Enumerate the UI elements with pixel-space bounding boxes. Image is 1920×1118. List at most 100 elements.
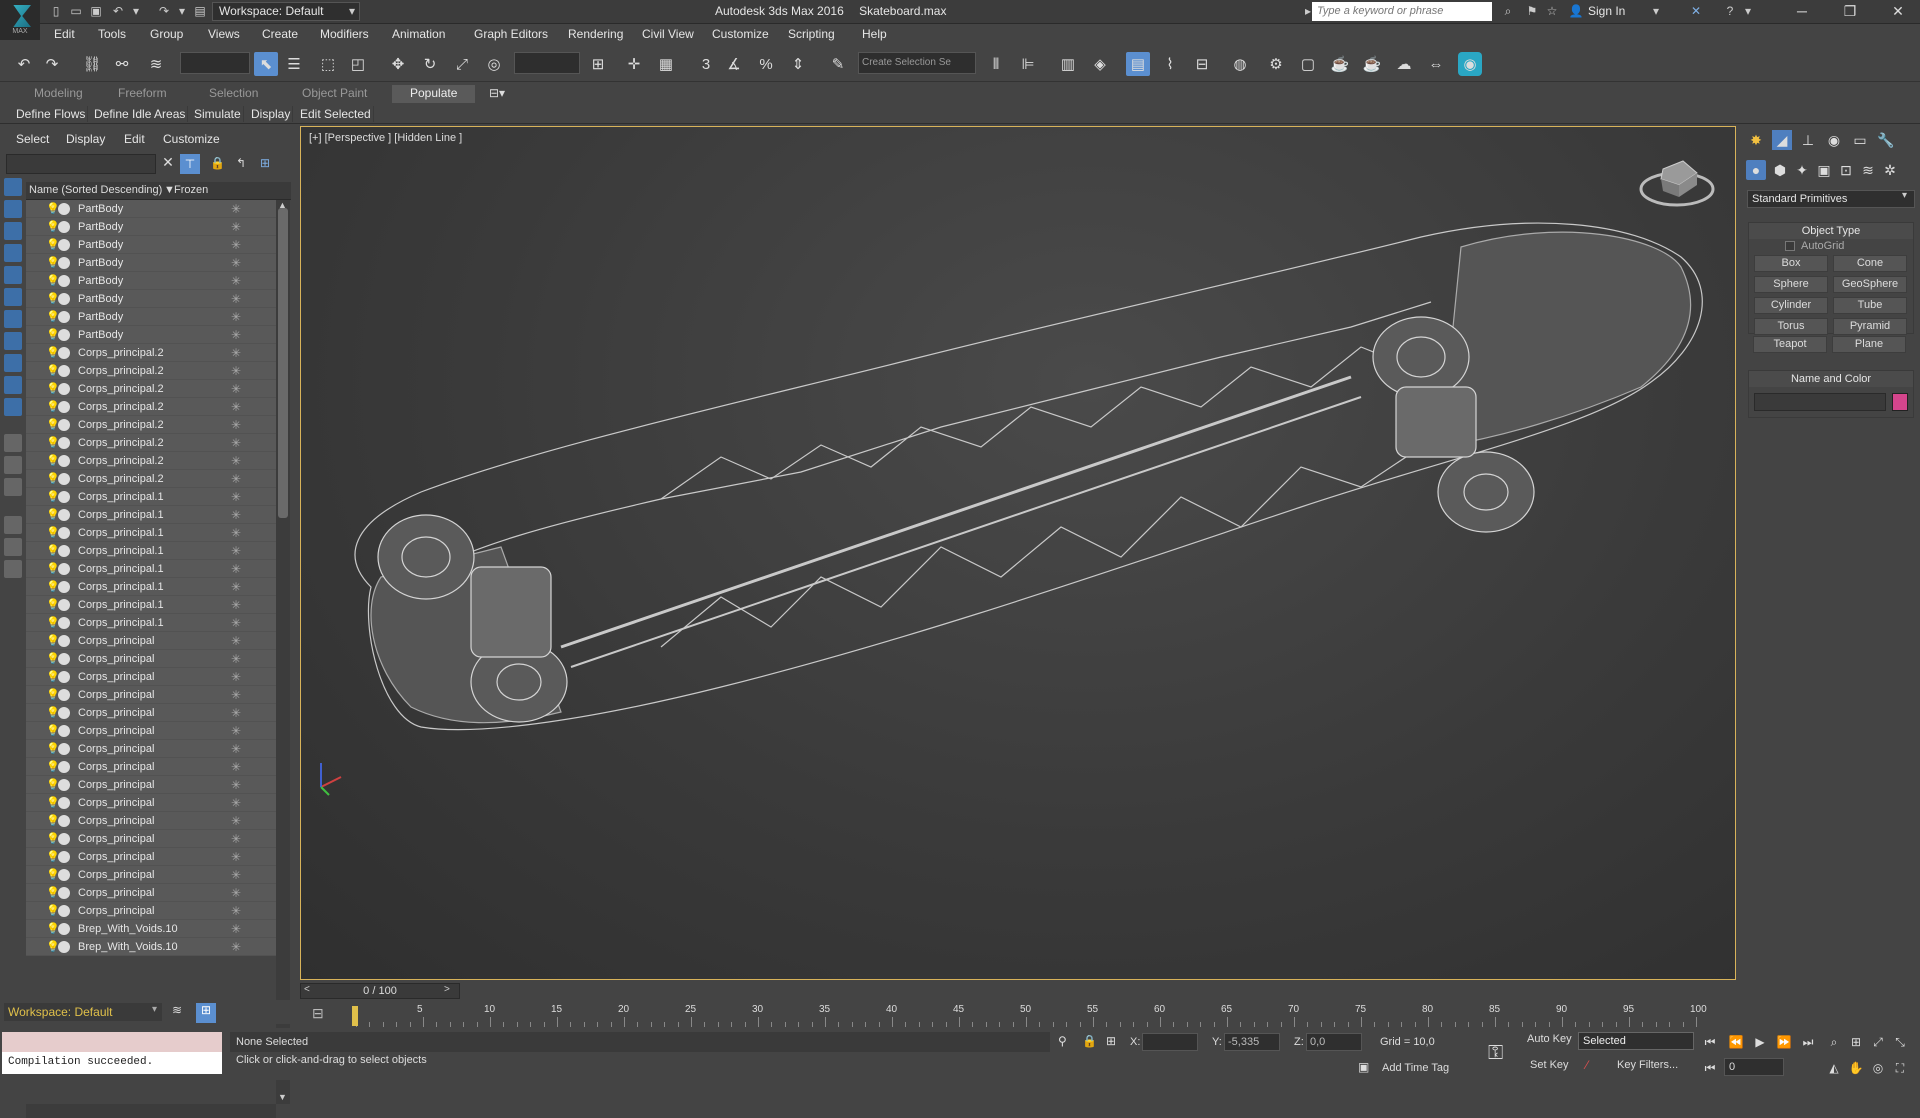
visibility-bulb-icon[interactable]: 💡 — [46, 220, 60, 233]
maxscript-output[interactable]: Compilation succeeded. — [2, 1052, 222, 1074]
helpers-category-icon[interactable]: ⊡ — [1836, 160, 1856, 180]
material-editor-icon[interactable]: ◍ — [1228, 52, 1252, 76]
auto-key-button[interactable]: Auto Key — [1527, 1033, 1572, 1045]
visibility-bulb-icon[interactable]: 💡 — [46, 706, 60, 719]
frozen-toggle-icon[interactable]: ✳ — [206, 904, 266, 918]
column-header-frozen[interactable]: Frozen — [174, 184, 208, 196]
name-and-color-title[interactable]: Name and Color — [1749, 371, 1913, 387]
list-item[interactable]: 💡 Corps_principal.1 ✳ — [26, 560, 276, 578]
scene-explorer-hierarchy-icon[interactable]: ⊞ — [196, 1003, 216, 1023]
visibility-bulb-icon[interactable]: 💡 — [46, 238, 60, 251]
layer-manager-icon[interactable]: ◈ — [1088, 52, 1112, 76]
frozen-toggle-icon[interactable]: ✳ — [206, 436, 266, 450]
render-setup-icon[interactable]: ⚙ — [1264, 52, 1288, 76]
column-header-name[interactable]: Name (Sorted Descending) — [29, 184, 162, 196]
undo-dropdown-icon[interactable]: ▾ — [128, 3, 144, 19]
list-item[interactable]: 💡 Brep_With_Voids.10 ✳ — [26, 938, 276, 956]
z-coordinate-field[interactable]: 0,0 — [1306, 1033, 1362, 1051]
menu-graph-editors[interactable]: Graph Editors — [474, 27, 548, 41]
new-file-icon[interactable]: ▯ — [48, 3, 64, 19]
menu-rendering[interactable]: Rendering — [568, 27, 623, 41]
menu-customize[interactable]: Customize — [712, 27, 769, 41]
frozen-toggle-icon[interactable]: ✳ — [206, 544, 266, 558]
frozen-toggle-icon[interactable]: ✳ — [206, 706, 266, 720]
visibility-bulb-icon[interactable]: 💡 — [46, 688, 60, 701]
scale-icon[interactable]: ⤢ — [450, 52, 474, 76]
visibility-bulb-icon[interactable]: 💡 — [46, 778, 60, 791]
percent-snap-icon[interactable]: % — [754, 52, 778, 76]
sphere-button[interactable]: Sphere — [1754, 276, 1828, 293]
visibility-bulb-icon[interactable]: 💡 — [46, 724, 60, 737]
display-cameras-icon[interactable] — [4, 266, 22, 284]
scroll-down-icon[interactable]: ▼ — [278, 1092, 287, 1102]
window-crossing-icon[interactable]: ◰ — [346, 52, 370, 76]
named-selection-set-dropdown[interactable]: Create Selection Se — [858, 52, 976, 74]
torus-button[interactable]: Torus — [1754, 318, 1828, 335]
visibility-bulb-icon[interactable]: 💡 — [46, 652, 60, 665]
modify-panel-icon[interactable]: ◢ — [1772, 130, 1792, 150]
isolate-selection-icon[interactable]: ⚲ — [1058, 1034, 1067, 1048]
edit-named-selection-icon[interactable]: ✎ — [826, 52, 850, 76]
pan-view-icon[interactable]: ✋ — [1848, 1060, 1864, 1076]
frozen-toggle-icon[interactable]: ✳ — [206, 454, 266, 468]
object-name-field[interactable] — [1754, 393, 1886, 411]
list-item[interactable]: 💡 Corps_principal.2 ✳ — [26, 380, 276, 398]
frozen-toggle-icon[interactable]: ✳ — [206, 850, 266, 864]
systems-category-icon[interactable]: ✲ — [1880, 160, 1900, 180]
list-item[interactable]: 💡 Corps_principal ✳ — [26, 794, 276, 812]
previous-frame-icon[interactable]: ⏪ — [1728, 1034, 1744, 1050]
help-icon[interactable]: ? — [1722, 3, 1738, 19]
frozen-toggle-icon[interactable]: ✳ — [206, 616, 266, 630]
perspective-viewport[interactable]: [+] [Perspective ] [Hidden Line ] — [300, 126, 1736, 980]
sign-in-dropdown-icon[interactable]: ▾ — [1648, 3, 1664, 19]
display-containers-icon[interactable] — [4, 398, 22, 416]
selection-filter-dropdown[interactable] — [180, 52, 250, 74]
display-groups-icon[interactable] — [4, 332, 22, 350]
list-item[interactable]: 💡 Corps_principal ✳ — [26, 812, 276, 830]
list-item[interactable]: 💡 Corps_principal.2 ✳ — [26, 470, 276, 488]
teapot-button[interactable]: Teapot — [1753, 336, 1827, 353]
default-tangents-icon[interactable]: ⁄ — [1586, 1058, 1588, 1072]
tab-selection[interactable]: Selection — [209, 86, 258, 100]
select-none-icon[interactable] — [4, 456, 22, 474]
list-item[interactable]: 💡 Corps_principal ✳ — [26, 650, 276, 668]
display-bones-icon[interactable] — [4, 376, 22, 394]
exchange-apps-icon[interactable]: ✕ — [1688, 3, 1704, 19]
frozen-toggle-icon[interactable]: ✳ — [206, 202, 266, 216]
snaps-toggle-icon[interactable]: 3 — [694, 52, 718, 76]
open-file-icon[interactable]: ▭ — [68, 3, 84, 19]
frozen-toggle-icon[interactable]: ✳ — [206, 814, 266, 828]
frozen-toggle-icon[interactable]: ✳ — [206, 760, 266, 774]
user-icon[interactable]: 👤 — [1568, 3, 1584, 19]
visibility-bulb-icon[interactable]: 💡 — [46, 814, 60, 827]
frozen-toggle-icon[interactable]: ✳ — [206, 256, 266, 270]
search-input[interactable]: Type a keyword or phrase — [1312, 2, 1492, 21]
set-keys-key-icon[interactable]: ⚿ — [1488, 1042, 1503, 1065]
rotate-icon[interactable]: ↻ — [418, 52, 442, 76]
curve-editor-icon[interactable]: ⌇ — [1158, 52, 1182, 76]
frozen-toggle-icon[interactable]: ✳ — [206, 310, 266, 324]
list-item[interactable]: 💡 Corps_principal ✳ — [26, 632, 276, 650]
frozen-toggle-icon[interactable]: ✳ — [206, 346, 266, 360]
visibility-bulb-icon[interactable]: 💡 — [46, 742, 60, 755]
media-browser-icon[interactable]: ⇔ — [1424, 52, 1448, 76]
go-to-start-icon[interactable]: ⏮ — [1702, 1034, 1718, 1050]
chevron-down-icon[interactable]: ▾ — [152, 1004, 157, 1015]
frozen-toggle-icon[interactable]: ✳ — [206, 598, 266, 612]
list-item[interactable]: 💡 Corps_principal ✳ — [26, 722, 276, 740]
visibility-bulb-icon[interactable]: 💡 — [46, 274, 60, 287]
primitive-type-dropdown[interactable]: Standard Primitives — [1747, 190, 1915, 208]
visibility-bulb-icon[interactable]: 💡 — [46, 562, 60, 575]
close-window-button[interactable]: ✕ — [1876, 0, 1920, 24]
frozen-toggle-icon[interactable]: ✳ — [206, 328, 266, 342]
list-item[interactable]: 💡 Corps_principal ✳ — [26, 848, 276, 866]
tab-object-paint[interactable]: Object Paint — [302, 86, 367, 100]
subscription-icon[interactable]: ⚑ — [1524, 3, 1540, 19]
next-frame-icon[interactable]: ⏩ — [1776, 1034, 1792, 1050]
maximize-viewport-icon[interactable]: ⛶ — [1892, 1060, 1908, 1076]
select-manipulate-icon[interactable]: ✛ — [622, 52, 646, 76]
visibility-bulb-icon[interactable]: 💡 — [46, 472, 60, 485]
box-button[interactable]: Box — [1754, 255, 1828, 272]
cameras-category-icon[interactable]: ▣ — [1814, 160, 1834, 180]
list-item[interactable]: 💡 PartBody ✳ — [26, 236, 276, 254]
